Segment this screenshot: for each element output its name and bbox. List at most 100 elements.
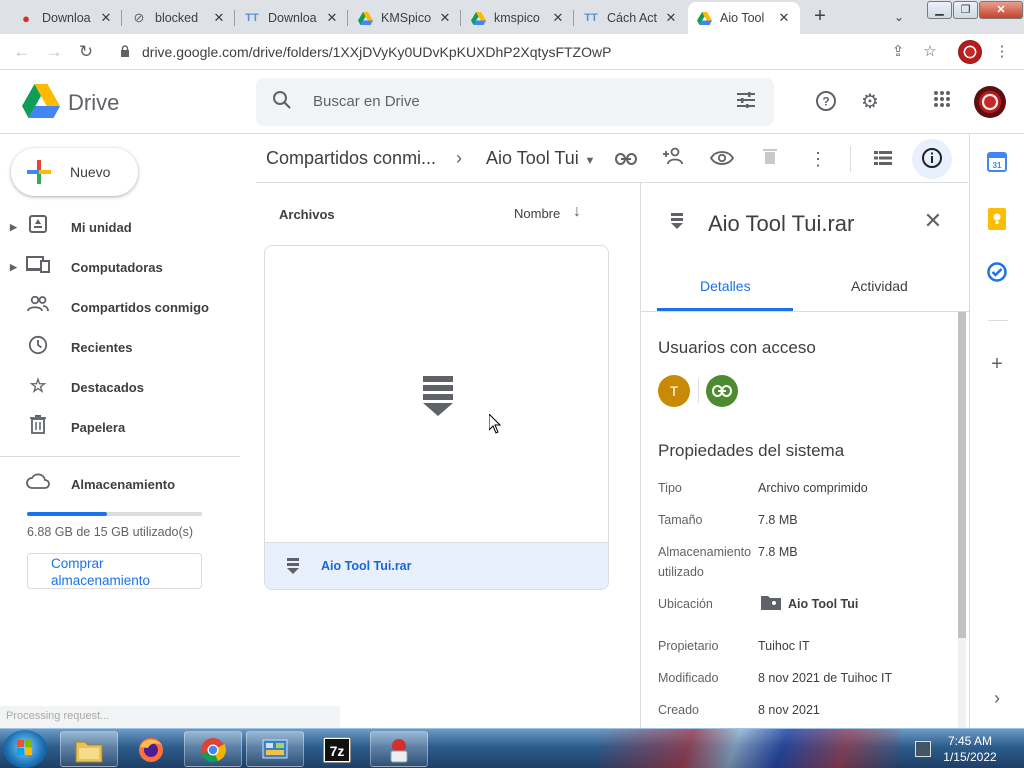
sort-direction-arrow-icon[interactable]: ↓: [573, 203, 591, 221]
folder-dropdown-icon[interactable]: ▼: [578, 149, 602, 173]
tab-activity[interactable]: Actividad: [851, 278, 908, 294]
prop-value-size: 7.8 MB: [758, 513, 798, 527]
more-actions-icon[interactable]: ⋮: [806, 147, 830, 171]
prop-value-owner: Tuihoc IT: [758, 639, 810, 653]
info-icon[interactable]: [920, 147, 944, 171]
files-section-label: Archivos: [279, 207, 335, 222]
control-panel-icon: [262, 739, 288, 759]
browser-tab[interactable]: TT Downloa ✕: [236, 2, 348, 34]
taskbar-control-panel[interactable]: [246, 731, 304, 767]
forward-icon[interactable]: →: [42, 40, 66, 64]
taskbar-firefox[interactable]: [122, 731, 180, 767]
close-tab-icon[interactable]: ✕: [437, 10, 453, 26]
nav-item-recent[interactable]: Recientes: [0, 331, 240, 363]
browser-profile-avatar[interactable]: [958, 40, 982, 64]
browser-tab[interactable]: ⊘ blocked ✕: [123, 2, 235, 34]
file-thumbnail[interactable]: [265, 246, 608, 542]
archive-file-icon: [287, 558, 299, 574]
bookmark-star-icon[interactable]: ☆: [918, 40, 942, 64]
close-tab-icon[interactable]: ✕: [663, 10, 679, 26]
tasks-icon[interactable]: [985, 262, 1009, 286]
expand-arrow-icon[interactable]: ▶: [10, 222, 22, 233]
google-drive-icon: [696, 10, 712, 26]
help-icon[interactable]: ?: [814, 90, 838, 114]
details-scrollbar-thumb[interactable]: [958, 312, 966, 638]
settings-gear-icon[interactable]: ⚙: [858, 90, 882, 114]
search-icon[interactable]: [272, 90, 296, 114]
expand-panel-icon[interactable]: ›: [985, 686, 1009, 710]
browser-tab-active[interactable]: Aio Tool ✕: [688, 2, 800, 34]
minimize-icon[interactable]: ▁: [927, 1, 952, 19]
nav-item-trash[interactable]: Papelera: [0, 411, 240, 443]
browser-tab[interactable]: ● Downloa ✕: [10, 2, 122, 34]
app-icon: [390, 739, 408, 763]
taskbar-file-explorer[interactable]: [60, 731, 118, 767]
browser-tab[interactable]: TT Cách Act ✕: [575, 2, 687, 34]
cloud-icon: [26, 472, 50, 496]
storage-usage-bar: [27, 512, 202, 516]
new-tab-icon[interactable]: +: [808, 5, 832, 29]
delete-trash-icon[interactable]: [758, 147, 782, 171]
new-button[interactable]: Nuevo: [11, 148, 138, 196]
network-tray-icon[interactable]: [915, 741, 931, 757]
link-sharing-icon[interactable]: [706, 375, 738, 407]
svg-text:7z: 7z: [330, 743, 345, 759]
keep-icon[interactable]: [985, 208, 1009, 232]
expand-arrow-icon[interactable]: ▶: [10, 262, 22, 273]
tab-details[interactable]: Detalles: [700, 278, 751, 294]
taskbar-7zip[interactable]: 7z: [308, 731, 366, 767]
toolbar-divider: [850, 146, 851, 172]
back-icon[interactable]: ←: [10, 40, 34, 64]
share-icon[interactable]: ⇪: [886, 40, 910, 64]
close-tab-icon[interactable]: ✕: [98, 10, 114, 26]
browser-tab-bar: ● Downloa ✕ ⊘ blocked ✕ TT Downloa ✕ KMS…: [0, 0, 1024, 34]
browser-tab[interactable]: kmspico ✕: [462, 2, 574, 34]
taskbar-clock[interactable]: 7:45 AM 1/15/2022: [930, 733, 1010, 765]
get-link-icon[interactable]: [614, 147, 638, 171]
taskbar-app[interactable]: [370, 731, 428, 767]
breadcrumb-current[interactable]: Aio Tool Tui: [486, 148, 579, 169]
file-name-bar[interactable]: Aio Tool Tui.rar: [265, 542, 608, 589]
search-bar[interactable]: Buscar en Drive: [256, 78, 774, 126]
close-tab-icon[interactable]: ✕: [550, 10, 566, 26]
nav-item-shared[interactable]: Compartidos conmigo: [0, 291, 240, 323]
nav-item-storage[interactable]: Almacenamiento: [0, 468, 240, 500]
add-addon-icon[interactable]: +: [985, 352, 1009, 376]
window-close-icon[interactable]: ✕: [979, 1, 1023, 19]
storage-usage-fill: [27, 512, 108, 516]
browser-menu-icon[interactable]: ⋮: [990, 40, 1014, 64]
calendar-icon[interactable]: 31: [985, 152, 1009, 176]
list-view-icon[interactable]: [871, 147, 895, 171]
close-tab-icon[interactable]: ✕: [776, 10, 792, 26]
account-avatar[interactable]: [974, 86, 1006, 118]
user-avatar[interactable]: T: [658, 375, 690, 407]
reload-icon[interactable]: ↻: [74, 40, 98, 64]
drive-logo-icon[interactable]: [22, 84, 60, 118]
sort-by-name[interactable]: Nombre: [514, 206, 560, 221]
tt-site-icon: TT: [245, 12, 259, 24]
url-field[interactable]: drive.google.com/drive/folders/1XXjDVyKy…: [110, 38, 910, 66]
svg-text:?: ?: [822, 95, 829, 109]
breadcrumb-parent[interactable]: Compartidos conmi...: [266, 148, 436, 169]
app-name[interactable]: Drive: [68, 90, 119, 116]
nav-item-my-drive[interactable]: ▶ Mi unidad: [0, 211, 240, 243]
drive-header: Drive Buscar en Drive ? ⚙: [0, 70, 1024, 134]
start-button-icon[interactable]: [3, 730, 47, 768]
nav-item-computers[interactable]: ▶ Computadoras: [0, 251, 240, 283]
maximize-icon[interactable]: ❐: [953, 1, 978, 19]
search-input[interactable]: Buscar en Drive: [313, 93, 420, 110]
tab-search-icon[interactable]: ⌄: [888, 6, 910, 28]
apps-grid-icon[interactable]: [930, 90, 954, 114]
preview-eye-icon[interactable]: [709, 147, 735, 171]
taskbar-chrome[interactable]: [184, 731, 242, 767]
file-card[interactable]: Aio Tool Tui.rar: [264, 245, 609, 590]
nav-item-starred[interactable]: ☆ Destacados: [0, 371, 240, 403]
browser-tab[interactable]: KMSpico ✕: [349, 2, 461, 34]
close-tab-icon[interactable]: ✕: [211, 10, 227, 26]
search-options-icon[interactable]: [734, 90, 758, 114]
close-tab-icon[interactable]: ✕: [324, 10, 340, 26]
close-panel-icon[interactable]: ✕: [921, 209, 945, 233]
prop-value-location[interactable]: Aio Tool Tui: [788, 594, 858, 614]
share-add-person-icon[interactable]: [662, 147, 686, 171]
buy-storage-button[interactable]: Comprar almacenamiento: [27, 553, 202, 589]
